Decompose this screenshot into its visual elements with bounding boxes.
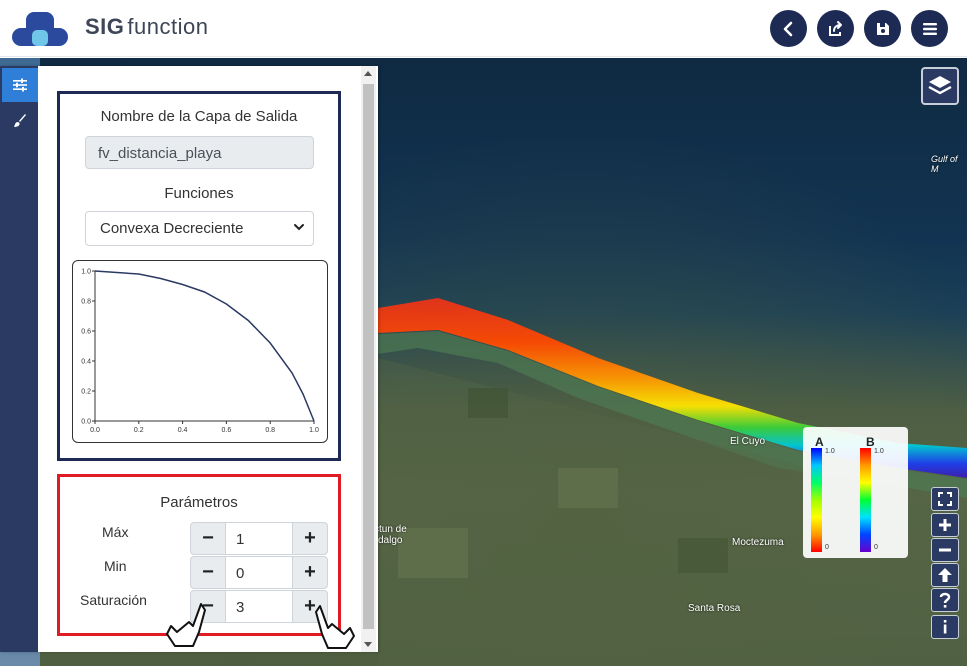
brand-bold: SIG xyxy=(85,14,125,39)
app-header: SIG function xyxy=(0,0,967,57)
functions-label: Funciones xyxy=(164,185,234,202)
hand-cursor-right-icon xyxy=(315,605,355,649)
function-preview-chart: 0.0 0.2 0.4 0.6 0.8 1.0 0.0 0.2 0.4 0.6 0.8 1.0 xyxy=(72,260,328,443)
help-icon xyxy=(939,592,951,608)
back-button[interactable] xyxy=(770,10,807,47)
function-curve-plot: 0.0 0.2 0.4 0.6 0.8 1.0 0.0 0.2 0.4 0.6 0.8 1.0 xyxy=(81,269,319,435)
app-brand: SIG function xyxy=(85,14,208,40)
saturation-value-input[interactable]: 3 xyxy=(226,590,292,623)
legend-a-top: 1.0 xyxy=(825,448,835,455)
max-increment-button[interactable]: + xyxy=(292,522,328,555)
hand-cursor-left-icon xyxy=(166,603,206,647)
max-stepper: − 1 + xyxy=(190,522,328,555)
paintbrush-icon xyxy=(14,114,26,127)
sliders-icon xyxy=(13,78,27,92)
param-label-saturation: Saturación xyxy=(80,592,147,608)
panel-sidebar xyxy=(0,66,38,652)
max-value-input[interactable]: 1 xyxy=(226,522,292,555)
sidebar-item-style[interactable] xyxy=(2,104,38,138)
chart-x-tick-label: 0.6 xyxy=(222,427,232,434)
parameters-title: Parámetros xyxy=(160,494,238,511)
zoom-out-icon xyxy=(939,548,951,552)
menu-button[interactable] xyxy=(911,10,948,47)
sidebar-item-settings[interactable] xyxy=(2,68,38,102)
chart-y-tick-label: 0.8 xyxy=(81,299,91,306)
scroll-up-arrow-icon[interactable] xyxy=(364,71,372,76)
app-root: Gulf of M El Cuyo Moctezuma Santa Rosa c… xyxy=(0,0,967,666)
map-label-el-cuyo: El Cuyo xyxy=(730,436,766,447)
legend-a-colorbar xyxy=(811,448,822,552)
legend-b-top: 1.0 xyxy=(874,448,884,455)
scroll-down-arrow-icon[interactable] xyxy=(364,642,372,647)
map-label-gulf: Gulf of M xyxy=(931,154,958,174)
save-button[interactable] xyxy=(864,10,901,47)
chart-y-tick-label: 0.4 xyxy=(81,359,91,366)
min-stepper: − 0 + xyxy=(190,556,328,589)
map-label-moctezuma: Moctezuma xyxy=(732,537,784,548)
info-button[interactable] xyxy=(931,615,959,639)
panel-scrollbar[interactable] xyxy=(361,66,376,652)
map-legend: A 1.0 0 B 1.0 0 xyxy=(803,427,908,558)
function-panel: Nombre de la Capa de Salida fv_distancia… xyxy=(0,66,378,652)
chart-x-tick-label: 0.4 xyxy=(178,427,188,434)
min-value-input[interactable]: 0 xyxy=(226,556,292,589)
saturation-stepper: − 3 + xyxy=(190,590,328,623)
chart-x-tick-label: 0.0 xyxy=(90,427,100,434)
chart-x-tick-label: 1.0 xyxy=(309,427,319,434)
fullscreen-button[interactable] xyxy=(931,487,959,511)
map-label-partial-1: ctun de xyxy=(374,524,407,535)
chart-x-tick-label: 0.2 xyxy=(134,427,144,434)
chart-y-tick-label: 1.0 xyxy=(81,269,91,276)
function-curve-line xyxy=(94,270,315,422)
output-layer-name-field[interactable]: fv_distancia_playa xyxy=(85,136,314,169)
legend-b-bottom: 0 xyxy=(874,544,878,551)
function-select[interactable]: Convexa Decreciente xyxy=(85,211,314,246)
function-config-box: Nombre de la Capa de Salida fv_distancia… xyxy=(57,91,341,461)
north-arrow-icon xyxy=(938,568,952,582)
max-decrement-button[interactable]: − xyxy=(190,522,226,555)
share-button[interactable] xyxy=(817,10,854,47)
chevron-left-icon xyxy=(783,21,792,36)
north-reset-button[interactable] xyxy=(931,563,959,587)
layers-button[interactable] xyxy=(921,67,959,105)
min-decrement-button[interactable]: − xyxy=(190,556,226,589)
layers-icon xyxy=(928,76,952,95)
param-label-min: Min xyxy=(104,558,127,574)
map-overlay xyxy=(378,298,967,666)
chart-y-tick-label: 0.0 xyxy=(81,419,91,426)
map-label-santa-rosa: Santa Rosa xyxy=(688,603,741,614)
zoom-out-button[interactable] xyxy=(931,538,959,562)
info-icon xyxy=(943,620,947,634)
share-export-icon xyxy=(828,20,842,36)
help-button[interactable] xyxy=(931,588,959,612)
brand-rest: function xyxy=(127,14,209,39)
floppy-disk-icon xyxy=(876,22,889,35)
hamburger-menu-icon xyxy=(922,22,937,35)
legend-a-title: A xyxy=(815,435,824,449)
legend-a-bottom: 0 xyxy=(825,544,829,551)
function-select-value: Convexa Decreciente xyxy=(100,220,244,237)
zoom-in-icon xyxy=(939,519,951,531)
param-label-max: Máx xyxy=(102,524,129,540)
scroll-thumb[interactable] xyxy=(363,84,374,629)
chart-y-tick-label: 0.6 xyxy=(81,329,91,336)
chevron-down-icon xyxy=(294,224,304,231)
chart-y-tick-label: 0.2 xyxy=(81,389,91,396)
legend-b-title: B xyxy=(866,435,875,449)
legend-b-colorbar xyxy=(860,448,871,552)
fullscreen-icon xyxy=(938,492,952,506)
min-increment-button[interactable]: + xyxy=(292,556,328,589)
chart-x-tick-label: 0.8 xyxy=(265,427,275,434)
zoom-in-button[interactable] xyxy=(931,513,959,537)
app-logo-icon xyxy=(12,12,68,46)
map-label-partial-2: dalgo xyxy=(378,535,403,546)
output-layer-label: Nombre de la Capa de Salida xyxy=(100,108,298,125)
